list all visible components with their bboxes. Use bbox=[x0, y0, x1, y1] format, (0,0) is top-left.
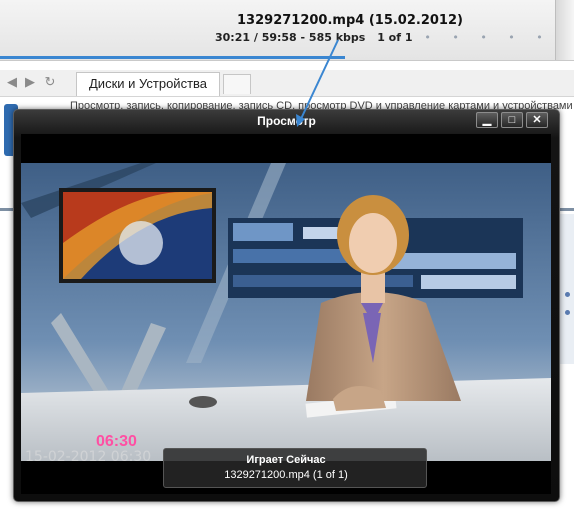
media-info-bar: 1329271200.mp4 (15.02.2012) 30:21 / 59:5… bbox=[0, 0, 574, 61]
new-tab-button[interactable] bbox=[223, 74, 251, 94]
refresh-icon[interactable]: ↻ bbox=[42, 74, 58, 90]
progress-line bbox=[0, 56, 345, 59]
panel-dot[interactable] bbox=[565, 292, 570, 297]
video-frame: 06:30 15-02-2012 06:30 bbox=[21, 163, 551, 461]
window-edge bbox=[555, 0, 574, 60]
back-arrow-icon[interactable]: ◀ bbox=[4, 74, 20, 90]
forward-arrow-icon[interactable]: ▶ bbox=[22, 74, 38, 90]
video-screen[interactable]: 06:30 15-02-2012 06:30 Играет Сейчас 132… bbox=[21, 134, 551, 494]
news-studio-image: 06:30 15-02-2012 06:30 bbox=[21, 163, 551, 461]
tv-clock: 06:30 bbox=[96, 433, 137, 450]
panel-dot[interactable] bbox=[565, 310, 570, 315]
close-icon: ✕ bbox=[532, 114, 542, 126]
minimize-icon: ▁ bbox=[482, 114, 492, 126]
maximize-icon: □ bbox=[508, 114, 516, 126]
preview-window: Просмотр ▁ □ ✕ 06:30 15-02-2012 06:30 Иг… bbox=[13, 109, 560, 502]
tab-disks-devices[interactable]: Диски и Устройства bbox=[76, 72, 220, 96]
minimize-button[interactable]: ▁ bbox=[476, 112, 498, 128]
track-title: 1329271200.mp4 (15.02.2012) bbox=[237, 13, 463, 28]
now-playing-file: 1329271200.mp4 (1 of 1) bbox=[224, 469, 348, 481]
explorer-nav-bar: ◀ ▶ ↻ Диски и Устройства bbox=[0, 70, 574, 97]
playback-status: 30:21 / 59:58 - 585 kbps bbox=[215, 31, 366, 44]
pager-dots[interactable]: • • • • • bbox=[424, 31, 551, 44]
track-status-line: 30:21 / 59:58 - 585 kbps 1 of 1 • • • • … bbox=[215, 31, 552, 44]
close-button[interactable]: ✕ bbox=[526, 112, 548, 128]
maximize-button[interactable]: □ bbox=[501, 112, 523, 128]
track-position: 1 of 1 bbox=[377, 31, 413, 44]
now-playing-label: Играет Сейчас bbox=[246, 454, 326, 466]
